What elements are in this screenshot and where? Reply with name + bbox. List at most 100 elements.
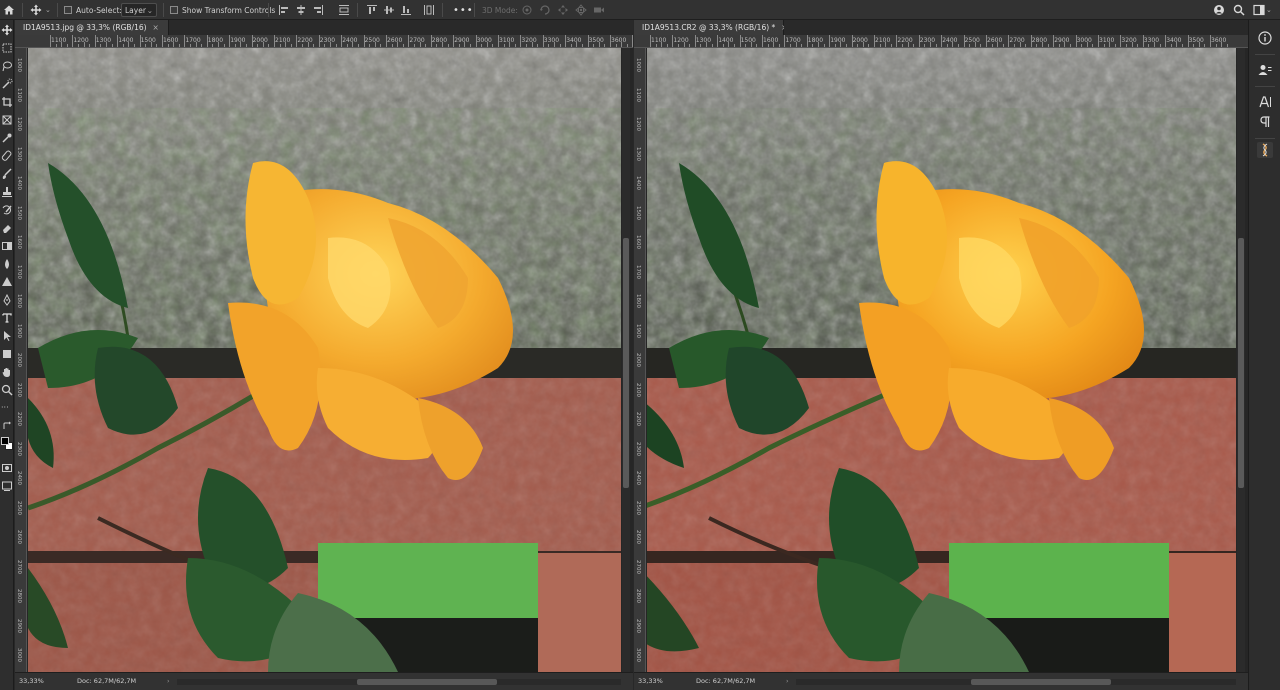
ruler-tick: [706, 42, 707, 47]
foreground-color-swatch[interactable]: [1, 437, 9, 445]
horizontal-scrollbar[interactable]: [177, 679, 621, 685]
ruler-tick: [801, 44, 803, 47]
hand-tool-icon[interactable]: [1, 366, 13, 378]
spot-healing-tool-icon[interactable]: [1, 150, 13, 162]
marquee-tool-icon[interactable]: [1, 42, 13, 54]
ruler-label: 1900: [830, 37, 846, 44]
search-icon[interactable]: [1233, 0, 1245, 20]
pen-tool-icon[interactable]: [1, 294, 13, 306]
auto-select-checkbox[interactable]: Auto-Select:: [64, 0, 122, 20]
show-transform-checkbox[interactable]: Show Transform Controls: [170, 0, 275, 20]
align-right-icon[interactable]: [312, 0, 324, 20]
vertical-scroll-thumb[interactable]: [623, 238, 629, 488]
paragraph-icon[interactable]: [1257, 114, 1273, 130]
swap-colors-icon[interactable]: [1, 420, 13, 432]
video-3d-icon[interactable]: [593, 0, 605, 20]
clone-stamp-tool-icon[interactable]: [1, 186, 13, 198]
brush-settings-icon[interactable]: [1257, 142, 1273, 158]
blur-tool-icon[interactable]: [1, 258, 13, 270]
vertical-scrollbar[interactable]: [622, 48, 630, 672]
path-selection-tool-icon[interactable]: [1, 330, 13, 342]
ruler-tick: [486, 42, 488, 47]
align-center-icon[interactable]: [295, 0, 307, 20]
quick-mask-icon[interactable]: [1, 462, 13, 474]
eraser-tool-icon[interactable]: [1, 222, 13, 234]
ruler-label: 1200: [16, 117, 22, 131]
brush-tool-icon[interactable]: [1, 168, 13, 180]
ruler-tick: [661, 42, 663, 47]
more-tools-icon[interactable]: ···: [1, 402, 13, 414]
quick-select-tool-icon[interactable]: [1, 78, 13, 90]
zoom-tool-icon[interactable]: [1, 384, 13, 396]
align-top-icon[interactable]: [366, 0, 378, 20]
rose-photo: [647, 48, 1236, 672]
document-tab-jpg[interactable]: ID1A9513.jpg @ 33,3% (RGB/16) ×: [15, 20, 169, 35]
horizontal-scroll-thumb[interactable]: [357, 679, 497, 685]
ruler-tick: [846, 44, 847, 47]
doc-size[interactable]: Doc: 62,7M/62,7M: [696, 677, 755, 685]
orbit-3d-icon[interactable]: [521, 0, 533, 20]
ruler-tick: [274, 35, 275, 47]
slide-3d-icon[interactable]: [575, 0, 587, 20]
horizontal-scroll-thumb[interactable]: [971, 679, 1111, 685]
more-options-icon[interactable]: •••: [453, 0, 474, 20]
gradient-tool-icon[interactable]: [1, 240, 13, 252]
shape-tool-icon[interactable]: [1, 348, 13, 360]
ruler-label: 1300: [95, 37, 112, 44]
screen-mode-icon[interactable]: [1, 480, 13, 492]
share-icon[interactable]: [1213, 0, 1225, 20]
vertical-scroll-thumb[interactable]: [1238, 238, 1244, 488]
vertical-ruler[interactable]: 1000 1100 1200 1300 1400 1500 1600 1700 1800 1900…: [15, 48, 27, 672]
crop-tool-icon[interactable]: [1, 96, 13, 108]
history-brush-tool-icon[interactable]: [1, 204, 13, 216]
ruler-label: 1100: [51, 37, 67, 44]
layer-select[interactable]: Layer ⌄: [121, 3, 157, 17]
ruler-tick: [262, 42, 264, 47]
ruler-tick: [285, 42, 287, 47]
align-left-icon[interactable]: [278, 0, 290, 20]
align-middle-icon[interactable]: [383, 0, 395, 20]
vertical-ruler[interactable]: 1000 1100 1200 1300 1400 1500 1600 1700 1800 1900…: [634, 48, 646, 672]
status-menu-icon[interactable]: ›: [786, 677, 789, 685]
horizontal-ruler[interactable]: 1100 1200 1300 1400 1500 1600 1700 1800 1900 2000…: [15, 35, 633, 48]
document-tab-cr2[interactable]: ID1A9513.CR2 @ 33,3% (RGB/16) * ×: [634, 20, 788, 35]
ruler-tick: [346, 44, 348, 47]
status-menu-icon[interactable]: ›: [167, 677, 170, 685]
document-canvas[interactable]: [647, 48, 1236, 672]
move-tool-icon[interactable]: [1, 24, 13, 36]
close-tab-icon[interactable]: ×: [153, 23, 159, 32]
character-icon[interactable]: [1257, 94, 1273, 110]
move-tool-icon[interactable]: ⌄: [30, 0, 51, 20]
zoom-level[interactable]: 33,33%: [19, 677, 44, 685]
pan-3d-icon[interactable]: [557, 0, 569, 20]
workspace-icon[interactable]: ⌄: [1253, 0, 1272, 20]
vertical-scrollbar[interactable]: [1237, 48, 1245, 672]
lasso-tool-icon[interactable]: [1, 60, 13, 72]
ruler-tick: [1047, 44, 1049, 47]
ruler-tick: [711, 44, 713, 47]
distribute-icon[interactable]: [338, 0, 350, 20]
frame-tool-icon[interactable]: [1, 114, 13, 126]
ruler-tick: [150, 42, 152, 47]
zoom-level[interactable]: 33,33%: [638, 677, 663, 685]
ruler-tick: [167, 44, 169, 47]
doc-size[interactable]: Doc: 62,7M/62,7M: [77, 677, 136, 685]
ruler-label: 2700: [635, 559, 641, 574]
properties-icon[interactable]: [1257, 62, 1273, 78]
eyedropper-tool-icon[interactable]: [1, 132, 13, 144]
dodge-tool-icon[interactable]: [1, 276, 13, 288]
home-icon[interactable]: [3, 0, 15, 20]
ruler-tick: [234, 44, 236, 47]
ruler-tick: [509, 42, 511, 47]
document-canvas[interactable]: [28, 48, 621, 672]
color-swatches[interactable]: [1, 434, 13, 456]
horizontal-scrollbar[interactable]: [796, 679, 1236, 685]
roll-3d-icon[interactable]: [539, 0, 551, 20]
horizontal-ruler[interactable]: 1100 1200 1300 1400 1500 1600 1700 1800 1900 2000…: [634, 35, 1248, 48]
info-icon[interactable]: [1257, 30, 1273, 46]
ruler-tick: [1159, 44, 1161, 47]
type-tool-icon[interactable]: [1, 312, 13, 324]
align-bottom-icon[interactable]: [400, 0, 412, 20]
distribute-vertical-icon[interactable]: [423, 0, 435, 20]
ruler-tick: [156, 44, 158, 47]
